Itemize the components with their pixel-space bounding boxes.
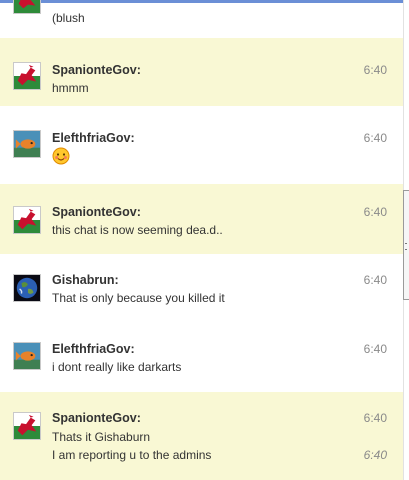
chat-message: SpanionteGov: 6:40 this chat is now seem…: [0, 184, 403, 254]
message-text: (blush: [52, 11, 85, 25]
message-text: hmmm: [52, 81, 89, 95]
message-timestamp: 6:40: [363, 131, 387, 145]
chat-message: (blush: [0, 0, 403, 38]
welsh-dragon-avatar: [13, 206, 41, 234]
fish-avatar: [13, 130, 41, 158]
welsh-dragon-avatar: [13, 0, 41, 14]
chat-message: SpanionteGov: 6:40 Thats it Gishaburn I …: [0, 392, 403, 480]
message-timestamp: 6:40: [363, 273, 387, 287]
message-text: That is only because you killed it: [52, 291, 225, 305]
fish-avatar: [13, 342, 41, 370]
sender-name: Gishabrun:: [52, 273, 119, 287]
message-timestamp: 6:40: [363, 448, 387, 462]
message-text: i dont really like darkarts: [52, 360, 182, 374]
chat-log: (blush SpanionteGov: 6:40 hmmm Elefthfri…: [0, 0, 403, 480]
chat-message: Gishabrun: 6:40 That is only because you…: [0, 254, 403, 322]
earth-avatar: [13, 274, 41, 302]
message-timestamp: 6:40: [363, 63, 387, 77]
message-text: I am reporting u to the admins: [52, 448, 212, 462]
welsh-dragon-avatar: [13, 412, 41, 440]
welsh-dragon-avatar: [13, 62, 41, 90]
message-text: Thats it Gishaburn: [52, 430, 151, 444]
scrollbar-grip-icon: [405, 243, 407, 250]
chat-message: ElefthfriaGov: 6:40 i dont really like d…: [0, 322, 403, 392]
sender-name: SpanionteGov:: [52, 411, 141, 425]
sender-name: ElefthfriaGov:: [52, 131, 135, 145]
message-timestamp: 6:40: [363, 205, 387, 219]
sender-name: ElefthfriaGov:: [52, 342, 135, 356]
sender-name: SpanionteGov:: [52, 205, 141, 219]
message-text: this chat is now seeming dea.d..: [52, 223, 223, 237]
chat-message: SpanionteGov: 6:40 hmmm: [0, 38, 403, 106]
sender-name: SpanionteGov:: [52, 63, 141, 77]
blush-emoji-icon: [52, 147, 70, 165]
chat-message: ElefthfriaGov: 6:40: [0, 106, 403, 184]
message-timestamp: 6:40: [363, 411, 387, 425]
message-timestamp: 6:40: [363, 342, 387, 356]
